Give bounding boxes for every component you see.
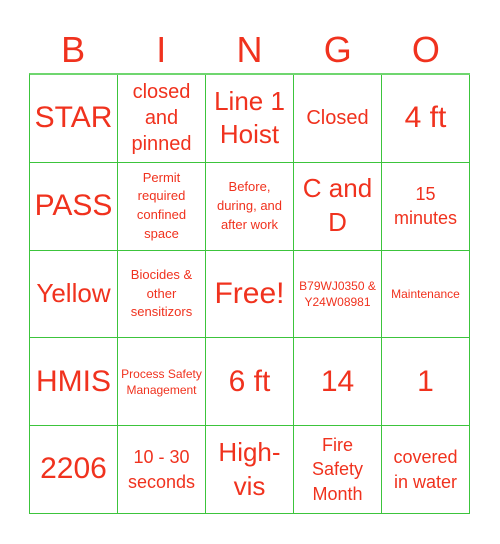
bingo-cell[interactable]: 6 ft [206,338,294,427]
bingo-cell[interactable]: 14 [294,338,382,427]
bingo-cell[interactable]: Line 1 Hoist [206,75,294,163]
bingo-cell[interactable]: Fire Safety Month [294,426,382,514]
bingo-cell[interactable]: 1 [382,338,470,427]
bingo-cell[interactable]: Closed [294,75,382,163]
header-letter-i: I [156,29,167,70]
bingo-header: B I N G O [29,27,470,73]
bingo-cell[interactable]: C and D [294,162,382,251]
header-letter-b: B [61,29,86,70]
bingo-cell[interactable]: 15 minutes [382,162,470,251]
header-letter-g: G [323,29,352,70]
bingo-cell[interactable]: covered in water [382,426,470,514]
bingo-cell[interactable]: Permit required confined space [118,162,206,251]
bingo-cell[interactable]: Biocides & other sensitizors [118,250,206,339]
bingo-cell[interactable]: Maintenance [382,250,470,339]
bingo-grid: STAR closed and pinned Line 1 Hoist Clos… [29,73,470,514]
bingo-cell[interactable]: Yellow [30,250,118,339]
bingo-cell-free[interactable]: Free! [206,250,294,339]
bingo-cell[interactable]: HMIS [30,338,118,427]
header-letter-n: N [236,29,263,70]
bingo-cell[interactable]: B79WJ0350 & Y24W08981 [294,250,382,339]
bingo-cell[interactable]: Process Safety Management [118,338,206,427]
bingo-cell[interactable]: closed and pinned [118,75,206,163]
bingo-cell[interactable]: High-vis [206,426,294,514]
bingo-cell[interactable]: STAR [30,75,118,163]
bingo-cell[interactable]: 4 ft [382,75,470,163]
bingo-cell[interactable]: Before, during, and after work [206,162,294,251]
bingo-cell[interactable]: 2206 [30,426,118,514]
bingo-cell[interactable]: PASS [30,162,118,251]
header-letter-o: O [411,29,440,70]
bingo-cell[interactable]: 10 - 30 seconds [118,426,206,514]
